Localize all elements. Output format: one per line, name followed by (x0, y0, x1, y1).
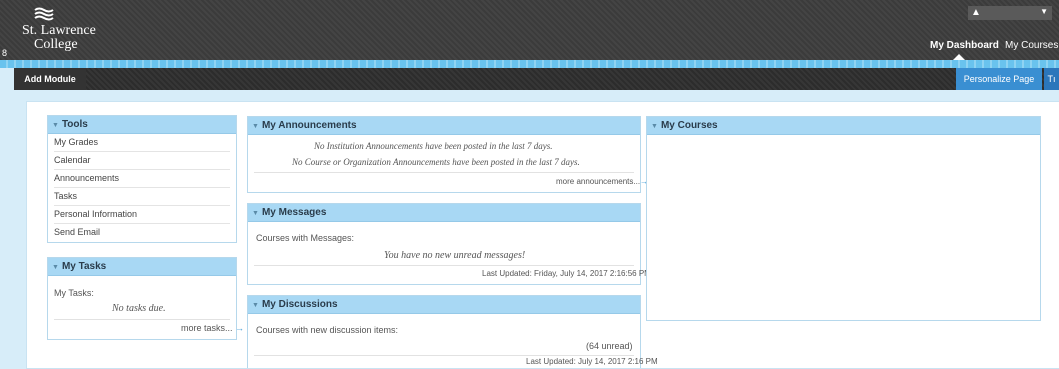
discussions-last-updated: Last Updated: July 14, 2017 2:16 PM (526, 357, 658, 366)
accent-stripe (0, 60, 1059, 68)
tools-list: My Grades Calendar Announcements Tasks P… (48, 134, 236, 241)
my-announcements-module-header[interactable]: ▼ My Announcements (248, 117, 640, 135)
my-courses-title: My Courses (660, 120, 718, 131)
collapse-icon[interactable]: ▼ (252, 205, 259, 222)
collapse-icon[interactable]: ▼ (252, 118, 259, 135)
my-courses-module-header[interactable]: ▼ My Courses (647, 117, 1040, 135)
wave-logo-icon (34, 7, 54, 21)
divider (254, 355, 634, 356)
more-tasks-link[interactable]: more tasks... → (181, 323, 244, 333)
top-bar: St. Lawrence College 8 ▲ ▼ My Dashboard … (0, 0, 1059, 60)
my-announcements-title: My Announcements (261, 120, 357, 131)
no-tasks-message: No tasks due. (112, 303, 166, 314)
tools-item-personal-information[interactable]: Personal Information (54, 206, 230, 224)
my-discussions-module: ▼ My Discussions Courses with new discuss… (247, 295, 658, 368)
page-toolbar: Add Module Personalize Page Tı (14, 68, 1059, 90)
my-tasks-module-header[interactable]: ▼ My Tasks (48, 258, 236, 276)
user-menu[interactable]: ▲ ▼ (968, 6, 1052, 20)
dashboard-content: ▼ Tools My Grades Calendar Announcements … (26, 101, 1059, 369)
tools-module: ▼ Tools My Grades Calendar Announcements … (47, 115, 237, 243)
chevron-down-icon: ▼ (1040, 7, 1048, 16)
add-module-button[interactable]: Add Module (14, 68, 86, 90)
divider (254, 172, 634, 173)
toolbar-extra-button[interactable]: Tı (1044, 68, 1059, 90)
logo-edge-mark: 8 (2, 48, 8, 58)
my-tasks-title: My Tasks (61, 261, 107, 272)
user-icon: ▲ (971, 7, 981, 18)
my-messages-title: My Messages (261, 207, 327, 218)
tools-item-my-grades[interactable]: My Grades (54, 134, 230, 152)
my-courses-module: ▼ My Courses (646, 116, 1041, 321)
tools-item-announcements[interactable]: Announcements (54, 170, 230, 188)
my-announcements-module: ▼ My Announcements No Institution Announc… (247, 116, 648, 193)
my-tasks-module: ▼ My Tasks My Tasks: No tasks due. more t… (47, 257, 244, 340)
divider (54, 319, 230, 320)
tools-item-send-email[interactable]: Send Email (54, 224, 230, 241)
logo-text-line2: College (34, 37, 78, 52)
collapse-icon[interactable]: ▼ (651, 118, 658, 135)
tools-item-tasks[interactable]: Tasks (54, 188, 230, 206)
unread-count[interactable]: (64 unread) (586, 341, 633, 351)
nav-my-dashboard[interactable]: My Dashboard (930, 40, 999, 51)
tools-title: Tools (61, 119, 88, 130)
divider (254, 265, 634, 266)
nav-my-courses[interactable]: My Courses (1005, 40, 1058, 51)
no-messages-message: You have no new unread messages! (384, 250, 526, 261)
institution-announcements-message: No Institution Announcements have been p… (314, 141, 553, 151)
messages-last-updated: Last Updated: Friday, July 14, 2017 2:16… (482, 269, 670, 278)
collapse-icon[interactable]: ▼ (52, 117, 59, 134)
personalize-page-button[interactable]: Personalize Page (956, 68, 1042, 90)
courses-with-messages-label: Courses with Messages: (256, 233, 355, 243)
tools-item-calendar[interactable]: Calendar (54, 152, 230, 170)
tools-module-header[interactable]: ▼ Tools (48, 116, 236, 134)
course-announcements-message: No Course or Organization Announcements … (292, 157, 580, 167)
my-tasks-label: My Tasks: (54, 288, 94, 298)
collapse-icon[interactable]: ▼ (252, 297, 259, 314)
my-discussions-module-header[interactable]: ▼ My Discussions (248, 296, 640, 314)
more-announcements-link[interactable]: more announcements...→ (556, 177, 648, 186)
arrow-right-icon: → (235, 323, 245, 333)
my-messages-module-header[interactable]: ▼ My Messages (248, 204, 640, 222)
my-discussions-title: My Discussions (261, 299, 338, 310)
my-messages-module: ▼ My Messages Courses with Messages: You … (247, 203, 669, 285)
collapse-icon[interactable]: ▼ (52, 259, 59, 276)
courses-with-discussions-label: Courses with new discussion items: (256, 325, 399, 335)
